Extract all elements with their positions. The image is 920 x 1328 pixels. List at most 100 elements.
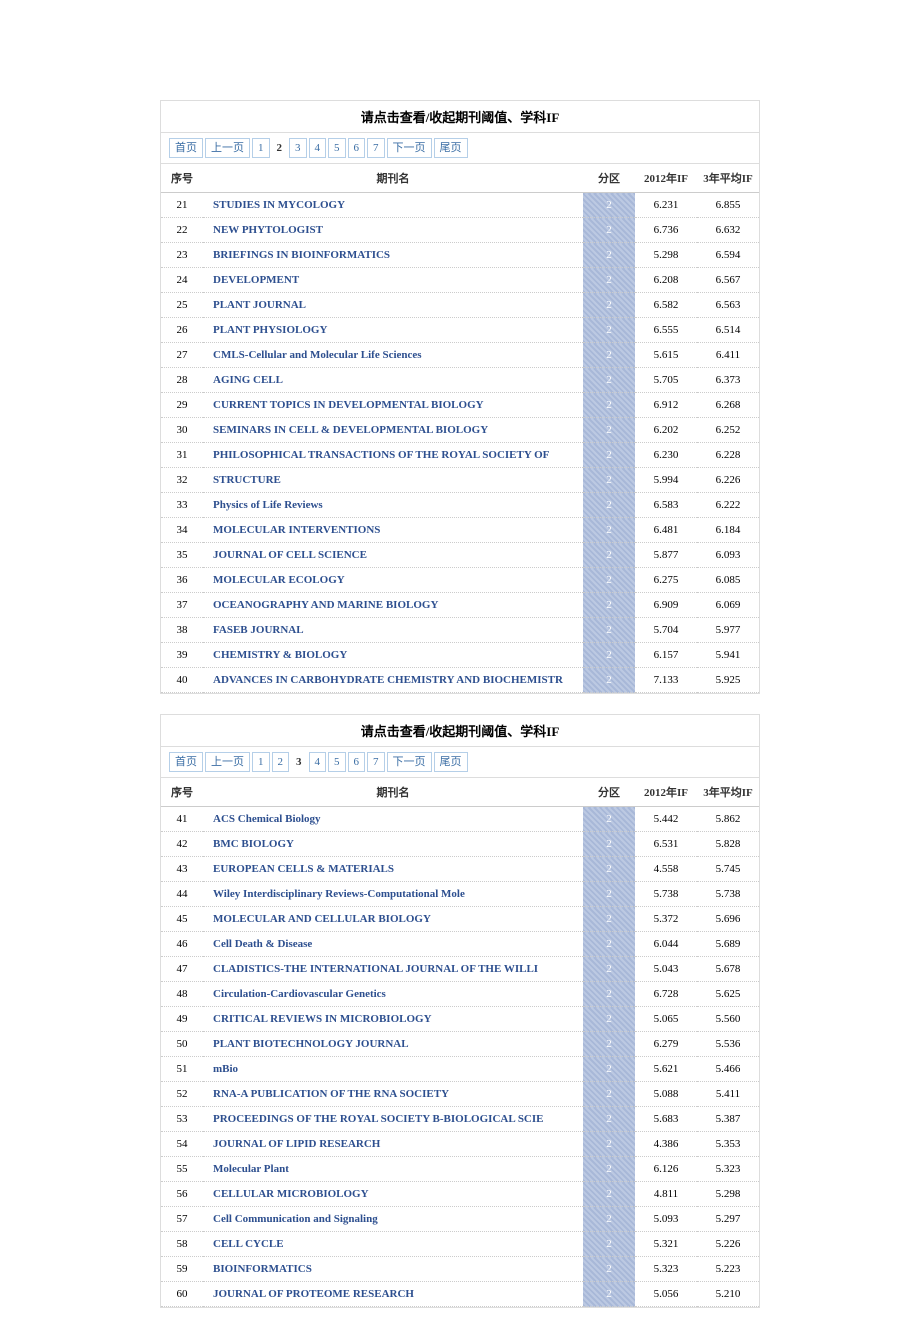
if-3yr: 6.855 xyxy=(697,193,759,218)
if-3yr: 5.977 xyxy=(697,618,759,643)
journal-name-link[interactable]: STUDIES IN MYCOLOGY xyxy=(203,193,583,218)
journal-name-link[interactable]: SEMINARS IN CELL & DEVELOPMENTAL BIOLOGY xyxy=(203,418,583,443)
pager-first[interactable]: 首页 xyxy=(169,752,203,772)
if-3yr: 6.069 xyxy=(697,593,759,618)
title-bar[interactable]: 请点击查看/收起期刊阈值、学科IF xyxy=(161,100,759,133)
if-3yr: 5.745 xyxy=(697,857,759,882)
if-3yr: 6.594 xyxy=(697,243,759,268)
row-index: 21 xyxy=(161,193,203,218)
journal-name-link[interactable]: CHEMISTRY & BIOLOGY xyxy=(203,643,583,668)
journal-name-link[interactable]: MOLECULAR ECOLOGY xyxy=(203,568,583,593)
journal-name-link[interactable]: AGING CELL xyxy=(203,368,583,393)
journal-name-link[interactable]: PROCEEDINGS OF THE ROYAL SOCIETY B-BIOLO… xyxy=(203,1107,583,1132)
journal-name-link[interactable]: EUROPEAN CELLS & MATERIALS xyxy=(203,857,583,882)
pager-page-5[interactable]: 5 xyxy=(328,138,346,158)
pager-page-1[interactable]: 1 xyxy=(252,752,270,772)
if-2012: 5.043 xyxy=(635,957,697,982)
if-2012: 6.208 xyxy=(635,268,697,293)
if-2012: 5.372 xyxy=(635,907,697,932)
journal-name-link[interactable]: Wiley Interdisciplinary Reviews-Computat… xyxy=(203,882,583,907)
pager-page-1[interactable]: 1 xyxy=(252,138,270,158)
pager-next[interactable]: 下一页 xyxy=(387,752,432,772)
row-index: 59 xyxy=(161,1257,203,1282)
row-index: 33 xyxy=(161,493,203,518)
zone-cell: 2 xyxy=(583,1207,635,1232)
if-3yr: 5.323 xyxy=(697,1157,759,1182)
if-2012: 6.555 xyxy=(635,318,697,343)
table-row: 30SEMINARS IN CELL & DEVELOPMENTAL BIOLO… xyxy=(161,418,759,443)
journal-name-link[interactable]: Cell Communication and Signaling xyxy=(203,1207,583,1232)
journal-name-link[interactable]: mBio xyxy=(203,1057,583,1082)
journal-name-link[interactable]: Physics of Life Reviews xyxy=(203,493,583,518)
journal-name-link[interactable]: Cell Death & Disease xyxy=(203,932,583,957)
pager-page-7[interactable]: 7 xyxy=(367,138,385,158)
pager-next[interactable]: 下一页 xyxy=(387,138,432,158)
row-index: 26 xyxy=(161,318,203,343)
journal-name-link[interactable]: CMLS-Cellular and Molecular Life Science… xyxy=(203,343,583,368)
pager-prev[interactable]: 上一页 xyxy=(205,138,250,158)
if-2012: 6.912 xyxy=(635,393,697,418)
row-index: 58 xyxy=(161,1232,203,1257)
journal-name-link[interactable]: STRUCTURE xyxy=(203,468,583,493)
pager-page-7[interactable]: 7 xyxy=(367,752,385,772)
journal-name-link[interactable]: CELLULAR MICROBIOLOGY xyxy=(203,1182,583,1207)
pager-page-6[interactable]: 6 xyxy=(348,752,366,772)
journal-name-link[interactable]: JOURNAL OF LIPID RESEARCH xyxy=(203,1132,583,1157)
title-bar[interactable]: 请点击查看/收起期刊阈值、学科IF xyxy=(161,714,759,747)
zone-cell: 2 xyxy=(583,832,635,857)
zone-cell: 2 xyxy=(583,518,635,543)
table-row: 37OCEANOGRAPHY AND MARINE BIOLOGY26.9096… xyxy=(161,593,759,618)
journal-name-link[interactable]: PLANT JOURNAL xyxy=(203,293,583,318)
journal-name-link[interactable]: DEVELOPMENT xyxy=(203,268,583,293)
journal-name-link[interactable]: PLANT BIOTECHNOLOGY JOURNAL xyxy=(203,1032,583,1057)
journal-name-link[interactable]: ADVANCES IN CARBOHYDRATE CHEMISTRY AND B… xyxy=(203,668,583,693)
table-row: 27CMLS-Cellular and Molecular Life Scien… xyxy=(161,343,759,368)
pager-page-current: 3 xyxy=(291,753,307,771)
pager-page-4[interactable]: 4 xyxy=(309,138,327,158)
table-row: 58CELL CYCLE25.3215.226 xyxy=(161,1232,759,1257)
pager-page-4[interactable]: 4 xyxy=(309,752,327,772)
if-2012: 4.811 xyxy=(635,1182,697,1207)
pager-page-2[interactable]: 2 xyxy=(272,752,290,772)
journal-name-link[interactable]: ACS Chemical Biology xyxy=(203,807,583,832)
journal-name-link[interactable]: MOLECULAR AND CELLULAR BIOLOGY xyxy=(203,907,583,932)
journal-name-link[interactable]: FASEB JOURNAL xyxy=(203,618,583,643)
pager-last[interactable]: 尾页 xyxy=(434,752,468,772)
journal-name-link[interactable]: Molecular Plant xyxy=(203,1157,583,1182)
journal-name-link[interactable]: MOLECULAR INTERVENTIONS xyxy=(203,518,583,543)
journal-name-link[interactable]: NEW PHYTOLOGIST xyxy=(203,218,583,243)
pager-page-3[interactable]: 3 xyxy=(289,138,307,158)
journal-name-link[interactable]: CRITICAL REVIEWS IN MICROBIOLOGY xyxy=(203,1007,583,1032)
journal-name-link[interactable]: OCEANOGRAPHY AND MARINE BIOLOGY xyxy=(203,593,583,618)
row-index: 25 xyxy=(161,293,203,318)
pager-page-5[interactable]: 5 xyxy=(328,752,346,772)
journal-name-link[interactable]: PLANT PHYSIOLOGY xyxy=(203,318,583,343)
journal-name-link[interactable]: RNA-A PUBLICATION OF THE RNA SOCIETY xyxy=(203,1082,583,1107)
if-3yr: 5.560 xyxy=(697,1007,759,1032)
row-index: 48 xyxy=(161,982,203,1007)
if-2012: 6.157 xyxy=(635,643,697,668)
zone-cell: 2 xyxy=(583,1132,635,1157)
journal-name-link[interactable]: PHILOSOPHICAL TRANSACTIONS OF THE ROYAL … xyxy=(203,443,583,468)
if-3yr: 5.689 xyxy=(697,932,759,957)
journal-name-link[interactable]: JOURNAL OF PROTEOME RESEARCH xyxy=(203,1282,583,1307)
journal-name-link[interactable]: JOURNAL OF CELL SCIENCE xyxy=(203,543,583,568)
zone-cell: 2 xyxy=(583,343,635,368)
pager-last[interactable]: 尾页 xyxy=(434,138,468,158)
journal-name-link[interactable]: CELL CYCLE xyxy=(203,1232,583,1257)
journal-name-link[interactable]: BMC BIOLOGY xyxy=(203,832,583,857)
zone-cell: 2 xyxy=(583,543,635,568)
row-index: 36 xyxy=(161,568,203,593)
journal-name-link[interactable]: CURRENT TOPICS IN DEVELOPMENTAL BIOLOGY xyxy=(203,393,583,418)
journal-table: 序号期刊名分区2012年IF3年平均IF41ACS Chemical Biolo… xyxy=(161,778,759,1307)
pager-prev[interactable]: 上一页 xyxy=(205,752,250,772)
journal-name-link[interactable]: BIOINFORMATICS xyxy=(203,1257,583,1282)
table-row: 55Molecular Plant26.1265.323 xyxy=(161,1157,759,1182)
zone-cell: 2 xyxy=(583,882,635,907)
journal-name-link[interactable]: CLADISTICS-THE INTERNATIONAL JOURNAL OF … xyxy=(203,957,583,982)
journal-name-link[interactable]: Circulation-Cardiovascular Genetics xyxy=(203,982,583,1007)
pager-page-6[interactable]: 6 xyxy=(348,138,366,158)
row-index: 38 xyxy=(161,618,203,643)
pager-first[interactable]: 首页 xyxy=(169,138,203,158)
journal-name-link[interactable]: BRIEFINGS IN BIOINFORMATICS xyxy=(203,243,583,268)
